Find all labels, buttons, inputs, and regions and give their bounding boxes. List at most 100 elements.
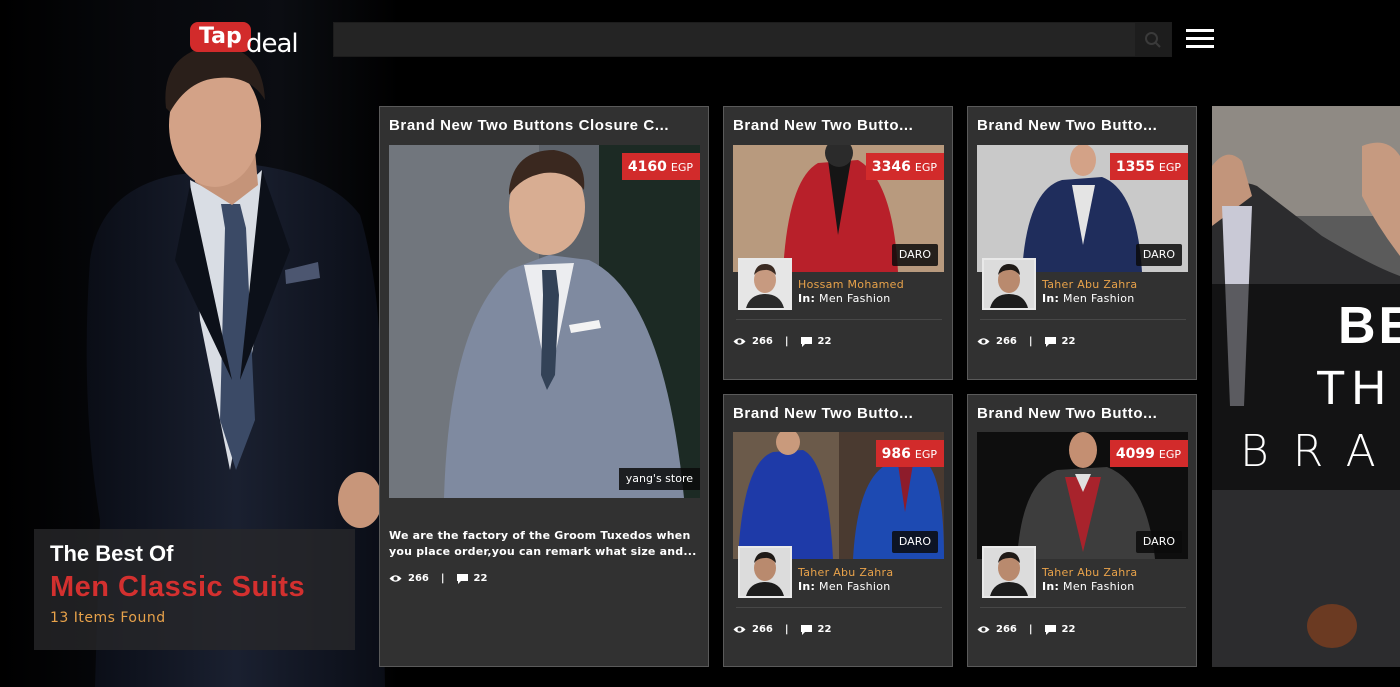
category-prefix: In: [798,292,816,305]
views-count: 266 [996,624,1017,635]
views-count: 266 [408,573,429,584]
price-currency: EGP [1158,448,1181,461]
stats-separator: | [1028,336,1033,347]
product-card[interactable]: Brand New Two Butto... 4099 EGP DARO Tah… [967,394,1197,667]
stats-separator: | [1028,624,1033,635]
seller-category: In: Men Fashion [798,580,891,593]
product-card[interactable]: Brand New Two Butto... 3346 EGP DARO Hos… [723,106,953,380]
price-badge: 986 EGP [875,440,944,467]
seller-name[interactable]: Taher Abu Zahra [1042,566,1137,579]
category-prefix: In: [1042,292,1060,305]
category-prefix: In: [798,580,816,593]
product-title[interactable]: Brand New Two Butto... [977,405,1188,422]
category-name[interactable]: Men Fashion [1063,580,1135,593]
hero-banner: The Best Of Men Classic Suits 13 Items F… [0,0,400,687]
store-tag[interactable]: yang's store [618,468,700,490]
promo-headline-line-3: BRA [1240,426,1400,477]
views-count: 266 [996,336,1017,347]
comments-count: 22 [817,336,832,347]
seller-info[interactable]: Taher Abu Zahra In: Men Fashion [982,546,1186,598]
hamburger-menu-icon [1186,29,1214,32]
eye-icon [977,626,990,633]
seller-category: In: Men Fashion [1042,580,1135,593]
promo-headline-line-1: BE [1338,297,1400,355]
product-card[interactable]: Brand New Two Butto... 986 EGP DARO Tahe… [723,394,953,667]
price-currency: EGP [1158,161,1181,174]
product-title[interactable]: Brand New Two Buttons Closure C... [389,117,700,134]
comment-icon [1044,336,1056,347]
eye-icon [733,626,746,633]
views-count: 266 [752,624,773,635]
product-image[interactable]: 4099 EGP DARO [977,432,1188,559]
avatar[interactable] [738,258,792,310]
items-found-count: 13 Items Found [50,610,166,626]
product-stats: 266 | 22 [977,624,1075,635]
stats-separator: | [784,624,789,635]
description-line-2: you place order,you can remark what size… [389,545,697,558]
avatar[interactable] [982,258,1036,310]
product-stats: 266 | 22 [977,336,1075,347]
search-input[interactable] [334,23,1134,56]
product-title[interactable]: Brand New Two Butto... [733,117,944,134]
product-title[interactable]: Brand New Two Butto... [977,117,1188,134]
product-image[interactable]: 4160 EGP yang's store [389,145,700,498]
category-prefix: In: [1042,580,1060,593]
views-count: 266 [752,336,773,347]
promo-banner[interactable]: BE TH BRA [1212,106,1400,667]
price-value: 4160 [627,158,667,175]
product-card[interactable]: Brand New Two Butto... 1355 EGP DARO Tah… [967,106,1197,380]
product-image[interactable]: 986 EGP DARO [733,432,944,559]
category-name[interactable]: Men Fashion [1063,292,1135,305]
category-name[interactable]: Men Fashion [819,292,891,305]
comment-icon [456,573,468,584]
tapdeal-logo[interactable]: Tap deal [190,20,310,60]
seller-name[interactable]: Taher Abu Zahra [798,566,893,579]
divider [980,319,1186,320]
seller-category: In: Men Fashion [798,292,891,305]
seller-info[interactable]: Hossam Mohamed In: Men Fashion [738,258,942,310]
product-title[interactable]: Brand New Two Butto... [733,405,944,422]
seller-name[interactable]: Hossam Mohamed [798,278,904,291]
stats-separator: | [440,573,445,584]
comment-icon [800,624,812,635]
price-value: 1355 [1115,158,1155,175]
product-image[interactable]: 3346 EGP DARO [733,145,944,272]
price-value: 3346 [871,158,911,175]
category-name[interactable]: Men Fashion [819,580,891,593]
product-description: We are the factory of the Groom Tuxedos … [389,528,698,560]
price-badge: 3346 EGP [865,153,944,180]
hero-subtitle: The Best Of [50,541,174,566]
logo-tap-text: Tap [190,22,251,52]
search-button[interactable] [1135,23,1171,56]
divider [736,319,942,320]
seller-name[interactable]: Taher Abu Zahra [1042,278,1137,291]
stats-separator: | [784,336,789,347]
avatar[interactable] [738,546,792,598]
logo-deal-text: deal [246,29,299,59]
comment-icon [1044,624,1056,635]
price-value: 986 [881,445,911,462]
price-currency: EGP [914,448,937,461]
product-stats: 266 | 22 [389,573,487,584]
product-image[interactable]: 1355 EGP DARO [977,145,1188,272]
seller-info[interactable]: Taher Abu Zahra In: Men Fashion [982,258,1186,310]
hero-title: Men Classic Suits [50,571,306,603]
hero-caption-panel: The Best Of Men Classic Suits 13 Items F… [34,529,355,650]
comments-count: 22 [817,624,832,635]
hamburger-menu-button[interactable] [1186,29,1214,49]
comments-count: 22 [473,573,488,584]
featured-product-card[interactable]: Brand New Two Buttons Closure C... 4160 … [379,106,709,667]
eye-icon [733,338,746,345]
description-line-1: We are the factory of the Groom Tuxedos … [389,529,691,542]
seller-info[interactable]: Taher Abu Zahra In: Men Fashion [738,546,942,598]
product-photo [389,145,700,498]
product-stats: 266 | 22 [733,624,831,635]
comment-icon [800,336,812,347]
price-badge: 1355 EGP [1109,153,1188,180]
avatar[interactable] [982,546,1036,598]
eye-icon [389,575,402,582]
search-icon [1145,31,1161,48]
product-stats: 266 | 22 [733,336,831,347]
price-badge: 4160 EGP [621,153,700,180]
price-currency: EGP [914,161,937,174]
